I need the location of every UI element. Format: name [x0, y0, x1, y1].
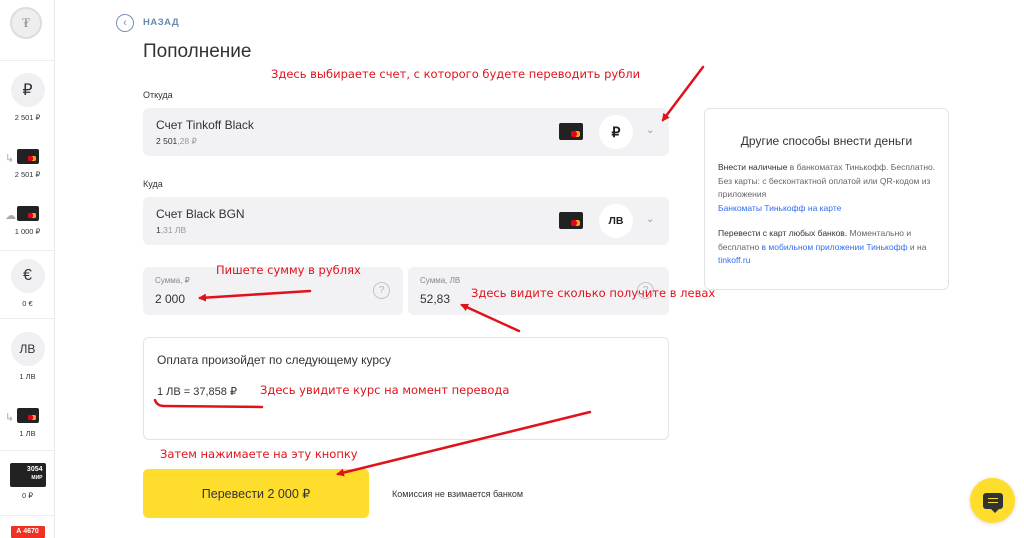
account-balance: 1,31 ЛВ	[156, 225, 187, 235]
lev-icon: ЛВ	[10, 332, 45, 366]
sidebar-card-mir[interactable]: 3054 МИР 0 ₽	[0, 463, 55, 500]
card-icon	[16, 206, 39, 221]
sidebar-card-2[interactable]: ☁ 1 000 ₽	[0, 206, 55, 236]
annotation-select-account: Здесь выбираете счет, с которого будете …	[271, 67, 641, 81]
sidebar-account-balance: 2 501 ₽	[14, 113, 41, 122]
sidebar-card-alfa[interactable]: А 4670	[0, 526, 55, 538]
card-icon	[16, 149, 39, 164]
mir-card-icon: 3054 МИР	[9, 463, 46, 487]
amount-rub-value[interactable]: 2 000	[155, 292, 185, 306]
other-methods-panel: Другие способы внести деньги Внести нали…	[704, 108, 949, 290]
account-name: Счет Black BGN	[156, 207, 245, 221]
card-icon	[16, 408, 39, 423]
divider	[0, 250, 55, 251]
card-icon	[559, 123, 583, 140]
sidebar-card-balance: 0 ₽	[21, 491, 34, 500]
sub-account-arrow-icon: ↳	[5, 153, 15, 165]
sidebar-card-1[interactable]: ↳ 2 501 ₽	[0, 149, 55, 179]
ruble-icon: ₽	[599, 115, 633, 149]
sidebar-account-balance: 0 €	[22, 299, 33, 308]
atm-map-link[interactable]: Банкоматы Тинькофф на карте	[718, 203, 841, 213]
sidebar-card-3[interactable]: ↳ 1 ЛВ	[0, 408, 55, 438]
other-methods-title: Другие способы внести деньги	[740, 134, 913, 148]
divider	[0, 515, 55, 516]
from-label: Откуда	[143, 90, 173, 100]
transfer-button[interactable]: Перевести 2 000 ₽	[143, 469, 369, 518]
annotation-press-button: Затем нажимаете на эту кнопку	[160, 447, 358, 461]
sidebar-account-bgn[interactable]: ЛВ 1 ЛВ	[0, 332, 55, 381]
help-icon[interactable]: ?	[373, 282, 390, 299]
account-balance: 2 501,28 ₽	[156, 136, 197, 146]
amount-rub-label: Сумма, ₽	[155, 276, 190, 285]
sub-account-arrow-icon: ↳	[5, 412, 15, 424]
rate-description: Оплата произойдет по следующему курсу	[157, 353, 391, 367]
chevron-down-icon[interactable]: ⌄	[646, 125, 654, 136]
bank-logo-icon[interactable]: ₮	[10, 7, 42, 39]
annotation-receive-amount: Здесь видите сколько получите в левах	[471, 286, 716, 300]
divider	[0, 60, 55, 61]
rate-value: 1 ЛВ = 37,858 ₽	[157, 386, 237, 398]
chat-icon	[982, 492, 1003, 513]
back-link[interactable]: НАЗАД	[143, 17, 179, 28]
sidebar-account-eur[interactable]: € 0 €	[0, 259, 55, 308]
chat-button[interactable]	[970, 478, 1015, 523]
to-label: Куда	[143, 179, 163, 189]
annotation-arrow	[661, 65, 705, 122]
amount-lv-value[interactable]: 52,83	[420, 292, 450, 306]
annotation-enter-amount: Пишете сумму в рублях	[216, 263, 361, 277]
divider	[0, 450, 55, 451]
divider	[0, 318, 55, 319]
sidebar-card-balance: 1 000 ₽	[14, 227, 41, 236]
euro-icon: €	[10, 259, 45, 293]
card-icon	[559, 212, 583, 229]
sidebar-card-balance: 1 ЛВ	[19, 429, 36, 438]
annotation-rate: Здесь увидите курс на момент перевода	[260, 383, 510, 397]
mobile-app-link[interactable]: в мобильном приложении Тинькофф	[762, 242, 908, 252]
account-name: Счет Tinkoff Black	[156, 118, 254, 132]
cash-deposit-info: Внести наличные в банкоматах Тинькофф. Б…	[718, 162, 936, 213]
to-account-select[interactable]: Счет Black BGN 1,31 ЛВ ЛВ ⌄	[143, 197, 669, 245]
cloud-icon: ☁	[5, 210, 16, 222]
amount-lv-label: Сумма, ЛВ	[420, 276, 461, 285]
alfa-card-icon: А 4670	[10, 526, 45, 538]
commission-note: Комиссия не взимается банком	[392, 489, 524, 499]
from-account-select[interactable]: Счет Tinkoff Black 2 501,28 ₽ ₽ ⌄	[143, 108, 669, 156]
website-link[interactable]: tinkoff.ru	[718, 255, 750, 265]
ruble-icon: ₽	[10, 73, 45, 107]
lev-icon: ЛВ	[599, 204, 633, 238]
sidebar-card-balance: 2 501 ₽	[14, 170, 41, 179]
back-arrow-icon[interactable]: ‹	[116, 14, 134, 32]
chevron-down-icon[interactable]: ⌄	[646, 214, 654, 225]
sidebar-account-rub[interactable]: ₽ 2 501 ₽	[0, 73, 55, 122]
card-transfer-info: Перевести с карт любых банков. Моменталь…	[718, 228, 927, 265]
sidebar-account-balance: 1 ЛВ	[19, 372, 36, 381]
sidebar: ₮ ₽ 2 501 ₽ ↳ 2 501 ₽ ☁ 1 000 ₽ € 0 € ЛВ…	[0, 0, 55, 538]
page-title: Пополнение	[143, 41, 252, 62]
